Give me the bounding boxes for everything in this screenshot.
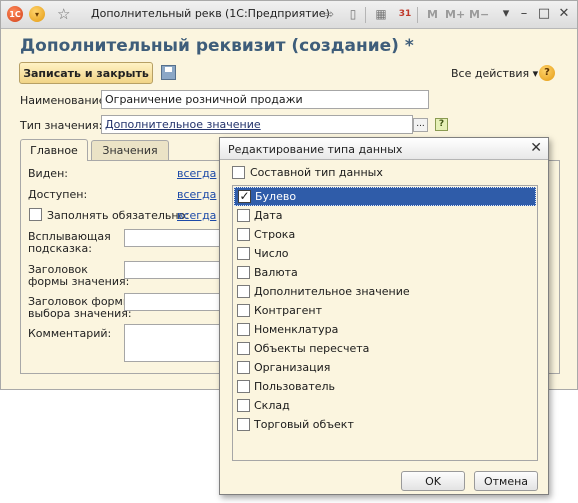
visible-label: Виден: bbox=[28, 167, 68, 180]
type-item-label: Склад bbox=[254, 399, 290, 412]
type-item-currency[interactable]: Валюта bbox=[234, 263, 536, 282]
type-checkbox-checked[interactable]: ✓ bbox=[238, 190, 251, 203]
type-item-date[interactable]: Дата bbox=[234, 206, 536, 225]
form-header-label-2: формы значения: bbox=[28, 275, 130, 288]
type-item-label: Торговый объект bbox=[254, 418, 354, 431]
type-checkbox[interactable] bbox=[237, 342, 250, 355]
history-icon[interactable]: ⇨ bbox=[321, 6, 337, 22]
toolbar-separator bbox=[365, 7, 366, 23]
type-checkbox[interactable] bbox=[237, 228, 250, 241]
type-checkbox[interactable] bbox=[237, 209, 250, 222]
memory-m-button[interactable]: M bbox=[427, 8, 438, 21]
composite-type-label: Составной тип данных bbox=[250, 166, 383, 179]
value-type-select-button[interactable]: ... bbox=[413, 118, 428, 132]
type-checkbox[interactable] bbox=[237, 285, 250, 298]
type-checkbox[interactable] bbox=[237, 304, 250, 317]
tooltip-label-2: подсказка: bbox=[28, 242, 92, 255]
type-checkbox[interactable] bbox=[237, 399, 250, 412]
window-title: Дополнительный рекв... bbox=[91, 7, 223, 20]
available-link[interactable]: всегда bbox=[177, 188, 216, 201]
type-item-trade-object[interactable]: Торговый объект bbox=[234, 415, 536, 434]
all-actions-menu[interactable]: Все действия ▾ bbox=[451, 67, 538, 80]
value-type-label: Тип значения: bbox=[20, 119, 103, 132]
name-label: Наименование: bbox=[20, 94, 110, 107]
type-checkbox[interactable] bbox=[237, 323, 250, 336]
value-type-field[interactable]: Дополнительное значение bbox=[101, 115, 413, 134]
type-item-label: Номенклатура bbox=[254, 323, 339, 336]
cancel-button[interactable]: Отмена bbox=[474, 471, 538, 491]
type-item-label: Дополнительное значение bbox=[254, 285, 410, 298]
dropdown-icon[interactable]: ▾ bbox=[497, 5, 515, 23]
type-item-label: Валюта bbox=[254, 266, 298, 279]
required-label: Заполнять обязательно: bbox=[47, 209, 189, 222]
document-icon[interactable]: ▯ bbox=[345, 6, 361, 22]
data-type-dialog: Редактирование типа данных ✕ Составной т… bbox=[219, 137, 549, 495]
type-item-organization[interactable]: Организация bbox=[234, 358, 536, 377]
tab-values[interactable]: Значения bbox=[91, 140, 169, 160]
type-item-label: Пользователь bbox=[254, 380, 336, 393]
composite-type-checkbox[interactable] bbox=[232, 166, 245, 179]
type-info-icon[interactable]: ? bbox=[435, 118, 448, 131]
type-item-recount-objects[interactable]: Объекты пересчета bbox=[234, 339, 536, 358]
required-checkbox[interactable] bbox=[29, 208, 42, 221]
calculator-icon[interactable]: ▦ bbox=[373, 6, 389, 22]
type-item-label: Строка bbox=[254, 228, 296, 241]
select-header-field[interactable] bbox=[124, 293, 224, 311]
composite-type-row[interactable]: Составной тип данных bbox=[232, 166, 383, 179]
name-field[interactable]: Ограничение розничной продажи bbox=[101, 90, 429, 109]
type-list: ✓ Булево Дата Строка Число Валюта Дополн… bbox=[232, 185, 538, 461]
dialog-close-icon[interactable]: ✕ bbox=[530, 140, 542, 156]
type-checkbox[interactable] bbox=[237, 418, 250, 431]
ok-button[interactable]: OK bbox=[401, 471, 465, 491]
type-item-warehouse[interactable]: Склад bbox=[234, 396, 536, 415]
toolbar-separator bbox=[417, 7, 418, 23]
main-menu-icon[interactable]: ▾ bbox=[29, 6, 45, 22]
available-label: Доступен: bbox=[28, 188, 88, 201]
favorite-star-icon[interactable]: ☆ bbox=[57, 5, 70, 23]
form-header-field[interactable] bbox=[124, 261, 224, 279]
type-item-nomenclature[interactable]: Номенклатура bbox=[234, 320, 536, 339]
app-name: (1С:Предприятие) bbox=[225, 7, 330, 20]
type-item-label: Число bbox=[254, 247, 289, 260]
page-title: Дополнительный реквизит (создание) * bbox=[20, 36, 414, 56]
type-checkbox[interactable] bbox=[237, 266, 250, 279]
calendar-icon[interactable]: 31 bbox=[397, 6, 413, 22]
type-item-label: Объекты пересчета bbox=[254, 342, 370, 355]
tab-main[interactable]: Главное bbox=[20, 139, 88, 161]
close-icon[interactable]: ✕ bbox=[555, 5, 573, 23]
visible-link[interactable]: всегда bbox=[177, 167, 216, 180]
comment-field[interactable] bbox=[124, 324, 224, 362]
dialog-header: Редактирование типа данных ✕ bbox=[220, 138, 548, 160]
save-and-close-button[interactable]: Записать и закрыть bbox=[19, 62, 153, 84]
type-item-user[interactable]: Пользователь bbox=[234, 377, 536, 396]
type-checkbox[interactable] bbox=[237, 380, 250, 393]
save-icon[interactable] bbox=[161, 65, 176, 80]
minimize-icon[interactable]: – bbox=[515, 5, 533, 23]
comment-label: Комментарий: bbox=[28, 327, 112, 340]
type-item-string[interactable]: Строка bbox=[234, 225, 536, 244]
type-item-label: Булево bbox=[255, 190, 297, 203]
help-icon[interactable]: ? bbox=[539, 65, 555, 81]
tooltip-field[interactable] bbox=[124, 229, 224, 247]
type-item-label: Дата bbox=[254, 209, 283, 222]
app-logo-icon[interactable]: 1С bbox=[7, 6, 23, 22]
maximize-icon[interactable]: □ bbox=[535, 5, 553, 23]
dialog-title: Редактирование типа данных bbox=[228, 143, 403, 156]
title-bar: 1С ▾ ☆ Дополнительный рекв... (1С:Предпр… bbox=[1, 1, 577, 29]
type-item-additional-value[interactable]: Дополнительное значение bbox=[234, 282, 536, 301]
memory-plus-button[interactable]: M+ bbox=[445, 8, 465, 21]
type-checkbox[interactable] bbox=[237, 247, 250, 260]
select-header-label-2: выбора значения: bbox=[28, 307, 132, 320]
type-item-boolean[interactable]: ✓ Булево bbox=[234, 187, 536, 206]
type-item-label: Контрагент bbox=[254, 304, 323, 317]
type-item-label: Организация bbox=[254, 361, 331, 374]
type-checkbox[interactable] bbox=[237, 361, 250, 374]
type-item-counterparty[interactable]: Контрагент bbox=[234, 301, 536, 320]
type-item-number[interactable]: Число bbox=[234, 244, 536, 263]
memory-minus-button[interactable]: M− bbox=[469, 8, 489, 21]
required-link[interactable]: всегда bbox=[177, 209, 216, 222]
